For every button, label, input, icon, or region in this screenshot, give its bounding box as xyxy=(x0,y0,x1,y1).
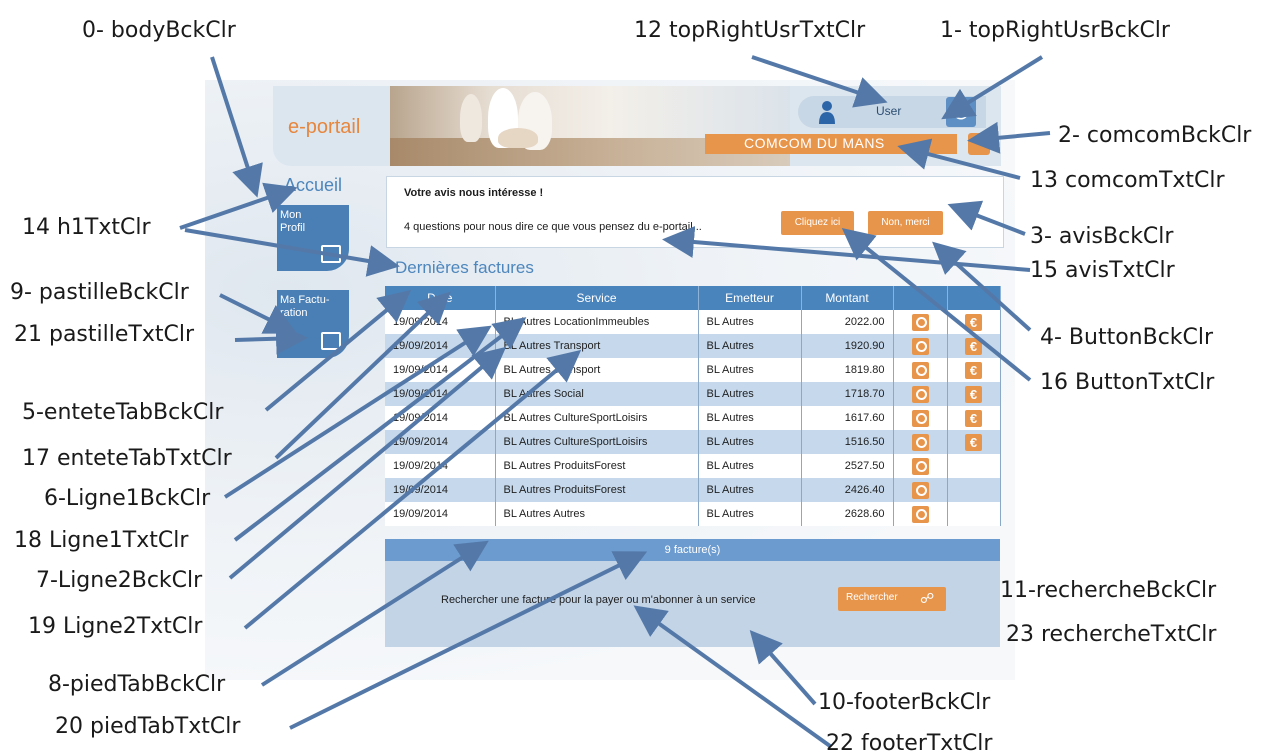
arrow-8 xyxy=(260,540,489,687)
annotation-label: 14 h1TxtClr xyxy=(22,215,151,240)
annotation-label: 19 Ligne2TxtClr xyxy=(28,614,203,639)
annotation-label: 2- comcomBckClr xyxy=(1058,123,1252,148)
annotation-label: 9- pastilleBckClr xyxy=(10,280,189,305)
arrow-13 xyxy=(897,138,1021,180)
arrow-10 xyxy=(749,630,817,706)
arrow-22 xyxy=(633,605,832,748)
arrow-19 xyxy=(243,349,582,630)
annotation-label: 3- avisBckClr xyxy=(1030,224,1174,249)
annotation-label: 11-rechercheBckClr xyxy=(1000,578,1217,603)
arrow-9 xyxy=(219,293,298,334)
arrow-14b xyxy=(184,228,400,277)
arrow-20 xyxy=(289,551,648,730)
annotation-label: 23 rechercheTxtClr xyxy=(1006,622,1217,647)
annotation-label: 17 enteteTabTxtClr xyxy=(22,446,232,471)
annotation-label: 5-enteteTabBckClr xyxy=(22,400,224,425)
arrow-1 xyxy=(941,55,1044,120)
arrow-17 xyxy=(274,291,451,460)
arrow-3 xyxy=(947,200,1026,236)
annotation-label: 16 ButtonTxtClr xyxy=(1040,370,1215,395)
annotation-label: 6-Ligne1BckClr xyxy=(44,486,211,511)
arrow-21 xyxy=(234,322,308,355)
arrow-0 xyxy=(210,56,263,198)
annotation-label: 1- topRightUsrBckClr xyxy=(940,18,1170,43)
annotation-label: 15 avisTxtClr xyxy=(1030,258,1175,283)
arrow-2 xyxy=(967,121,1051,154)
annotation-label: 18 Ligne1TxtClr xyxy=(14,528,189,553)
annotation-label: 7-Ligne2BckClr xyxy=(36,568,203,593)
annotation-label: 0- bodyBckClr xyxy=(82,18,236,43)
annotation-label: 13 comcomTxtClr xyxy=(1030,168,1225,193)
annotation-label: 12 topRightUsrTxtClr xyxy=(634,18,866,43)
annotation-label: 20 piedTabTxtClr xyxy=(55,714,241,739)
arrow-12 xyxy=(751,55,888,108)
arrow-14 xyxy=(179,182,298,230)
arrow-15 xyxy=(662,226,1031,272)
arrow-18 xyxy=(233,317,527,542)
annotation-label: 10-footerBckClr xyxy=(818,690,991,715)
annotation-label: 21 pastilleTxtClr xyxy=(14,322,194,347)
annotation-label: 22 footerTxtClr xyxy=(826,731,993,756)
arrow-7 xyxy=(228,346,507,580)
annotation-label: 4- ButtonBckClr xyxy=(1040,325,1214,350)
annotation-label: 8-piedTabBckClr xyxy=(48,672,226,697)
